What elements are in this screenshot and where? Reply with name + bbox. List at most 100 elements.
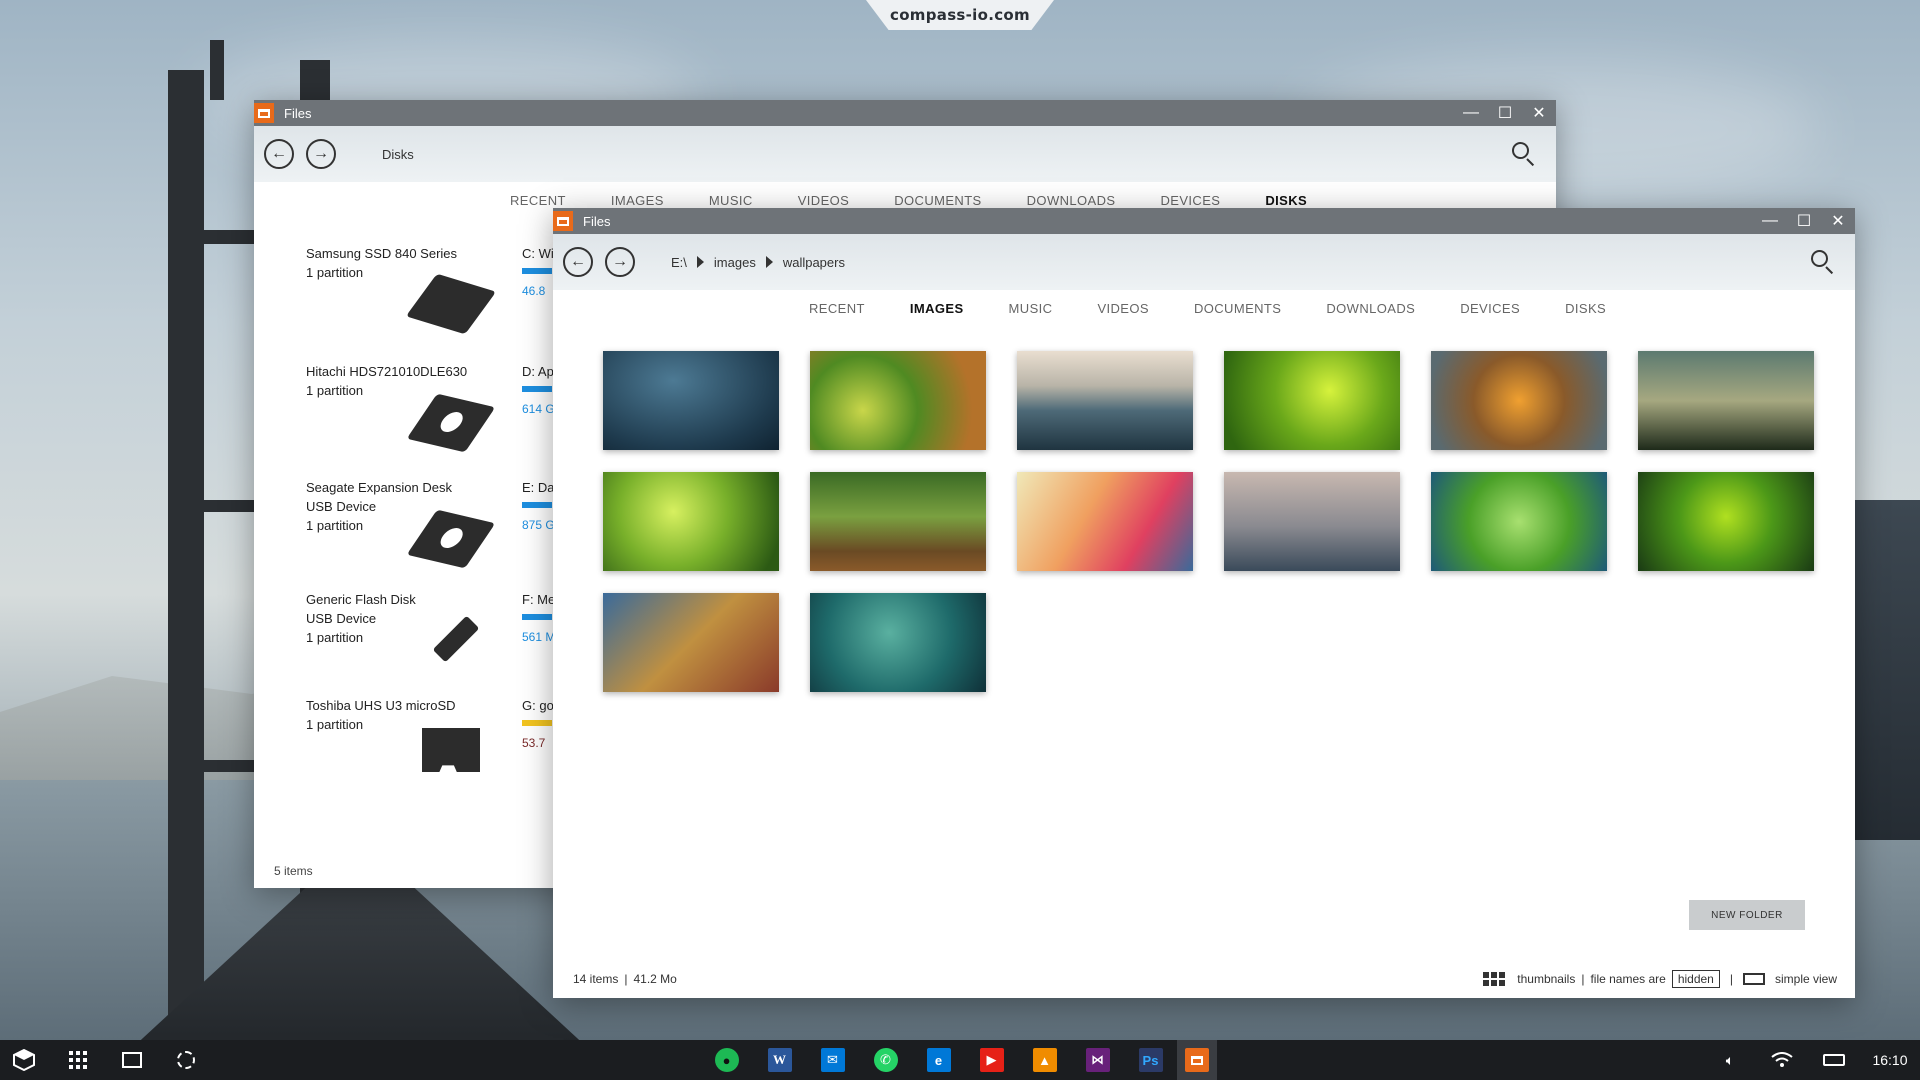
image-thumbnail[interactable]: [1224, 472, 1400, 571]
window-title: Files: [284, 105, 312, 121]
view-mode-label[interactable]: thumbnails: [1517, 972, 1575, 986]
image-thumbnail[interactable]: [1431, 472, 1607, 571]
minimize-button[interactable]: —: [1753, 208, 1787, 234]
chevron-right-icon: [765, 256, 773, 268]
pinned-apps: ● W ✉ ✆ e ▶ ▲ ⋈ Ps: [700, 1040, 1217, 1080]
title-bar[interactable]: Files — ☐ ✕: [254, 100, 1556, 126]
image-thumbnail[interactable]: [1017, 351, 1193, 450]
disk-volume: C: Wi: [522, 246, 554, 261]
image-thumbnail[interactable]: [1431, 351, 1607, 450]
close-button[interactable]: ✕: [1821, 208, 1855, 234]
disk-partitions: 1 partition: [306, 717, 364, 732]
disk-item[interactable]: Generic Flash Disk USB Device 1 partitio…: [306, 590, 526, 647]
forward-arrow-icon[interactable]: →: [306, 139, 336, 169]
breadcrumb-item[interactable]: wallpapers: [783, 255, 845, 270]
new-folder-button[interactable]: NEW FOLDER: [1689, 900, 1805, 930]
tab-videos[interactable]: VIDEOS: [798, 193, 850, 208]
status-bar: 14 items | 41.2 Mo thumbnails | file nam…: [573, 970, 1837, 988]
tab-downloads[interactable]: DOWNLOADS: [1326, 301, 1415, 316]
battery-icon[interactable]: [1808, 1040, 1860, 1080]
image-thumbnail[interactable]: [810, 351, 986, 450]
settings-icon[interactable]: [166, 1040, 206, 1080]
sd-card-icon: [422, 728, 480, 772]
tab-recent[interactable]: RECENT: [809, 301, 865, 316]
thumbnails-view-icon[interactable]: [1483, 972, 1506, 986]
files-window-images: Files — ☐ ✕ ← → E:\ images wallpapers RE…: [553, 208, 1855, 998]
simple-view-label[interactable]: simple view: [1775, 972, 1837, 986]
back-arrow-icon[interactable]: ←: [563, 247, 593, 277]
tab-music[interactable]: MUSIC: [1009, 301, 1053, 316]
file-names-toggle[interactable]: hidden: [1671, 970, 1720, 988]
disk-item[interactable]: Hitachi HDS721010DLE630 1 partition: [306, 362, 526, 400]
word-icon[interactable]: W: [753, 1040, 806, 1080]
breadcrumb: E:\ images wallpapers: [671, 255, 845, 270]
disk-name: Samsung SSD 840 Series: [306, 246, 458, 261]
tab-downloads[interactable]: DOWNLOADS: [1027, 193, 1116, 208]
site-domain-label: compass-io.com: [866, 0, 1054, 30]
image-thumbnail[interactable]: [603, 351, 779, 450]
tab-images[interactable]: IMAGES: [611, 193, 664, 208]
image-thumbnail[interactable]: [603, 593, 779, 692]
photoshop-icon[interactable]: Ps: [1124, 1040, 1177, 1080]
breadcrumb-item[interactable]: images: [714, 255, 756, 270]
tab-devices[interactable]: DEVICES: [1160, 193, 1220, 208]
disk-partitions: 1 partition: [306, 265, 364, 280]
apps-grid-icon[interactable]: [58, 1040, 98, 1080]
toolbar: ← → Disks: [254, 126, 1556, 182]
item-count: 14 items: [573, 972, 619, 986]
disk-item[interactable]: Samsung SSD 840 Series 1 partition: [306, 244, 526, 282]
title-bar[interactable]: Files — ☐ ✕: [553, 208, 1855, 234]
simple-view-icon[interactable]: [1742, 973, 1765, 985]
whatsapp-icon[interactable]: ✆: [859, 1040, 912, 1080]
maximize-button[interactable]: ☐: [1787, 208, 1821, 234]
edge-icon[interactable]: e: [912, 1040, 965, 1080]
disk-volume: E: Da: [522, 480, 555, 495]
taskbar: ● W ✉ ✆ e ▶ ▲ ⋈ Ps 🔈︎ 16:10: [0, 1040, 1920, 1080]
visual-studio-icon[interactable]: ⋈: [1071, 1040, 1124, 1080]
tab-recent[interactable]: RECENT: [510, 193, 566, 208]
mail-icon[interactable]: ✉: [806, 1040, 859, 1080]
search-icon[interactable]: [1510, 140, 1538, 168]
files-app-icon: [254, 103, 274, 123]
back-arrow-icon[interactable]: ←: [264, 139, 294, 169]
files-app-icon[interactable]: [1177, 1040, 1217, 1080]
image-thumbnail[interactable]: [1017, 472, 1193, 571]
tab-videos[interactable]: VIDEOS: [1097, 301, 1149, 316]
image-thumbnail[interactable]: [1638, 351, 1814, 450]
start-icon[interactable]: [4, 1040, 44, 1080]
tab-music[interactable]: MUSIC: [709, 193, 753, 208]
breadcrumb-item[interactable]: E:\: [671, 255, 687, 270]
disk-item[interactable]: Toshiba UHS U3 microSD 1 partition: [306, 696, 526, 734]
tab-disks[interactable]: DISKS: [1565, 301, 1606, 316]
disk-partitions: 1 partition: [306, 383, 364, 398]
image-thumbnail[interactable]: [810, 593, 986, 692]
tab-documents[interactable]: DOCUMENTS: [894, 193, 981, 208]
search-icon[interactable]: [1809, 248, 1837, 276]
disk-volume: F: Me: [522, 592, 556, 607]
tab-disks[interactable]: DISKS: [1265, 193, 1307, 208]
image-thumbnail[interactable]: [1638, 472, 1814, 571]
maximize-button[interactable]: ☐: [1488, 100, 1522, 126]
image-thumbnail[interactable]: [810, 472, 986, 571]
tab-devices[interactable]: DEVICES: [1460, 301, 1520, 316]
close-button[interactable]: ✕: [1522, 100, 1556, 126]
vlc-icon[interactable]: ▲: [1018, 1040, 1071, 1080]
image-thumbnail[interactable]: [1224, 351, 1400, 450]
total-size: 41.2 Mo: [633, 972, 677, 986]
clock[interactable]: 16:10: [1860, 1052, 1920, 1068]
spotify-icon[interactable]: ●: [700, 1040, 753, 1080]
wifi-icon[interactable]: [1756, 1040, 1808, 1080]
image-thumbnail[interactable]: [603, 472, 779, 571]
volume-icon[interactable]: 🔈︎: [1704, 1040, 1756, 1080]
minimize-button[interactable]: —: [1454, 100, 1488, 126]
toolbar: ← → E:\ images wallpapers: [553, 234, 1855, 290]
disk-usage-bar: [522, 386, 552, 392]
tab-images[interactable]: IMAGES: [910, 301, 964, 316]
ssd-icon: [405, 273, 497, 335]
forward-arrow-icon[interactable]: →: [605, 247, 635, 277]
chevron-right-icon: [696, 256, 704, 268]
tab-documents[interactable]: DOCUMENTS: [1194, 301, 1281, 316]
task-view-icon[interactable]: [112, 1040, 152, 1080]
youtube-icon[interactable]: ▶: [965, 1040, 1018, 1080]
disk-free-space: 53.7: [522, 736, 546, 750]
